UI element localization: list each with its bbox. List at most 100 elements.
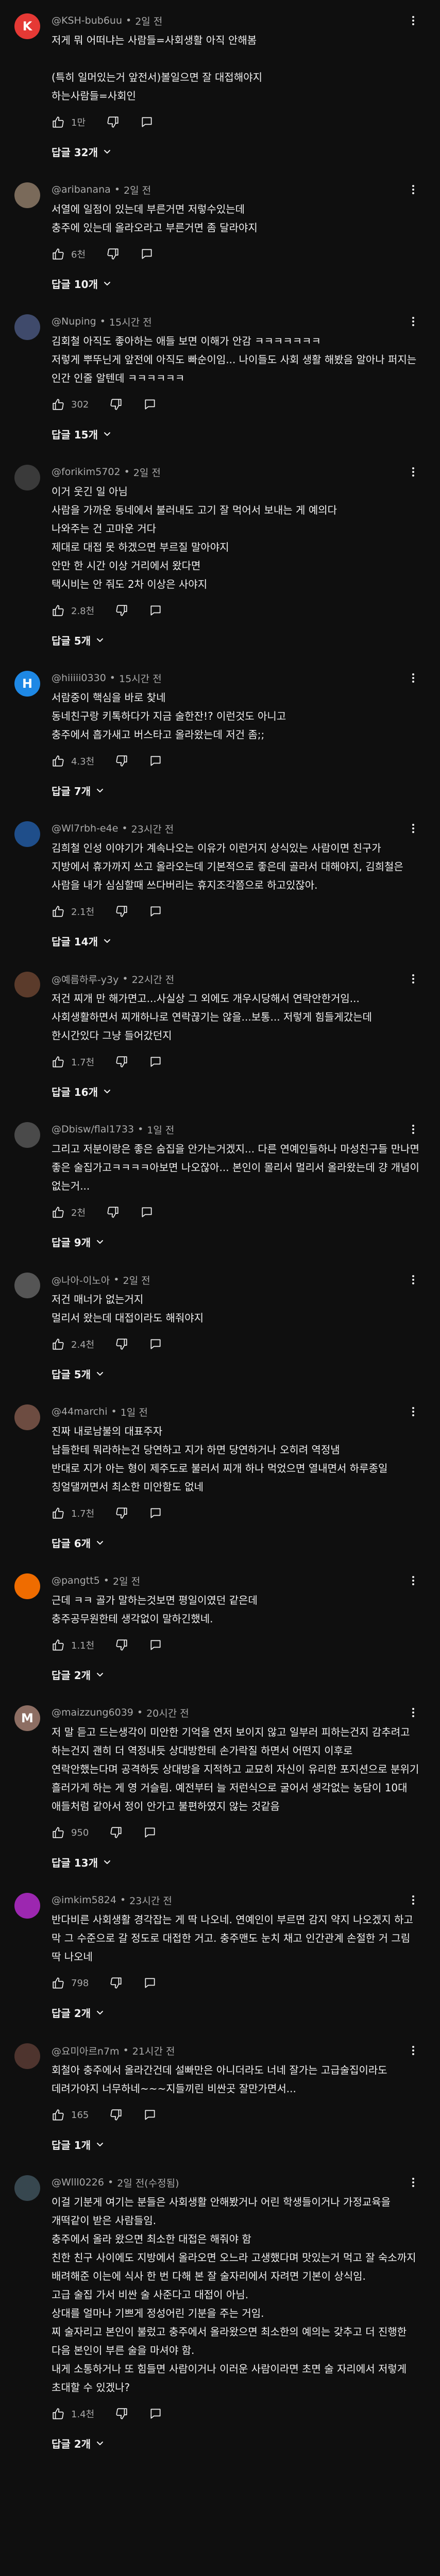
dislike-button[interactable] xyxy=(106,115,120,129)
like-button[interactable]: 302 xyxy=(52,398,89,411)
more-options-icon[interactable] xyxy=(407,822,419,835)
avatar[interactable] xyxy=(14,314,40,340)
view-replies-button[interactable]: 답글 2개 xyxy=(52,2000,419,2025)
like-button[interactable]: 4.3천 xyxy=(52,754,94,768)
avatar[interactable] xyxy=(14,182,40,208)
reply-button[interactable] xyxy=(149,1506,162,1520)
view-replies-button[interactable]: 답글 10개 xyxy=(52,271,419,296)
like-button[interactable]: 1.1천 xyxy=(52,1638,94,1652)
like-button[interactable]: 2천 xyxy=(52,1206,86,1219)
avatar[interactable] xyxy=(14,821,40,847)
reply-button[interactable] xyxy=(140,115,154,129)
like-button[interactable]: 950 xyxy=(52,1826,89,1839)
reply-button[interactable] xyxy=(149,2407,162,2420)
dislike-button[interactable] xyxy=(115,2407,128,2420)
comment-author[interactable]: @나아-이노아 xyxy=(52,1273,110,1287)
like-button[interactable]: 2.8천 xyxy=(52,604,94,617)
like-button[interactable]: 1.7천 xyxy=(52,1055,94,1069)
view-replies-button[interactable]: 답글 1개 xyxy=(52,2132,419,2157)
more-options-icon[interactable] xyxy=(407,672,419,684)
view-replies-button[interactable]: 답글 13개 xyxy=(52,1850,419,1874)
reply-button[interactable] xyxy=(149,1055,162,1069)
like-button[interactable]: 1.7천 xyxy=(52,1506,94,1520)
like-button[interactable]: 1만 xyxy=(52,115,86,129)
more-options-icon[interactable] xyxy=(407,1706,419,1719)
more-options-icon[interactable] xyxy=(407,183,419,196)
dislike-button[interactable] xyxy=(109,2108,123,2122)
view-replies-button[interactable]: 답글 5개 xyxy=(52,628,419,652)
reply-button[interactable] xyxy=(149,604,162,617)
like-button[interactable]: 798 xyxy=(52,1976,89,1990)
comment-author[interactable]: @KSH-bub6uu xyxy=(52,15,122,26)
more-options-icon[interactable] xyxy=(407,973,419,985)
comment-author[interactable]: @forikim5702 xyxy=(52,466,121,478)
comment-author[interactable]: @Wl7rbh-e4e xyxy=(52,823,118,834)
comment-author[interactable]: @maizzung6039 xyxy=(52,1707,133,1718)
like-button[interactable]: 2.1천 xyxy=(52,905,94,918)
more-options-icon[interactable] xyxy=(407,1274,419,1286)
dislike-button[interactable] xyxy=(109,1826,123,1839)
avatar[interactable] xyxy=(14,1273,40,1298)
more-options-icon[interactable] xyxy=(407,315,419,328)
more-options-icon[interactable] xyxy=(407,1574,419,1587)
dislike-button[interactable] xyxy=(115,905,128,918)
more-options-icon[interactable] xyxy=(407,2176,419,2189)
dislike-button[interactable] xyxy=(109,398,123,411)
view-replies-button[interactable]: 답글 2개 xyxy=(52,1662,419,1687)
comment-author[interactable]: @hiiiii0330 xyxy=(52,672,106,684)
avatar[interactable]: H xyxy=(14,671,40,697)
view-replies-button[interactable]: 답글 2개 xyxy=(52,2431,419,2455)
dislike-button[interactable] xyxy=(115,754,128,768)
more-options-icon[interactable] xyxy=(407,1894,419,1906)
dislike-button[interactable] xyxy=(115,1506,128,1520)
dislike-button[interactable] xyxy=(115,1055,128,1069)
view-replies-button[interactable]: 답글 16개 xyxy=(52,1079,419,1104)
like-button[interactable]: 6천 xyxy=(52,247,86,261)
view-replies-button[interactable]: 답글 15개 xyxy=(52,421,419,446)
like-button[interactable]: 1.4천 xyxy=(52,2407,94,2420)
avatar[interactable] xyxy=(14,2043,40,2069)
reply-button[interactable] xyxy=(149,1638,162,1652)
avatar[interactable] xyxy=(14,2175,40,2201)
more-options-icon[interactable] xyxy=(407,14,419,27)
avatar[interactable] xyxy=(14,972,40,997)
comment-author[interactable]: @Nuping xyxy=(52,316,96,327)
comment-author[interactable]: @aribanana xyxy=(52,184,111,195)
avatar[interactable] xyxy=(14,465,40,490)
comment-author[interactable]: @요미아르n7m xyxy=(52,2044,120,2058)
avatar[interactable]: M xyxy=(14,1705,40,1731)
more-options-icon[interactable] xyxy=(407,1405,419,1418)
comment-author[interactable]: @pangtt5 xyxy=(52,1575,100,1586)
avatar[interactable] xyxy=(14,1573,40,1599)
dislike-button[interactable] xyxy=(106,247,120,261)
like-button[interactable]: 2.4천 xyxy=(52,1337,94,1351)
reply-button[interactable] xyxy=(143,1826,157,1839)
more-options-icon[interactable] xyxy=(407,2044,419,2057)
reply-button[interactable] xyxy=(143,1976,157,1990)
more-options-icon[interactable] xyxy=(407,466,419,478)
dislike-button[interactable] xyxy=(115,1337,128,1351)
reply-button[interactable] xyxy=(149,905,162,918)
reply-button[interactable] xyxy=(140,1206,154,1219)
dislike-button[interactable] xyxy=(115,1638,128,1652)
avatar[interactable] xyxy=(14,1122,40,1148)
comment-author[interactable]: @Dbisw/flal1733 xyxy=(52,1124,134,1135)
comment-author[interactable]: @Wlll0226 xyxy=(52,2177,104,2188)
like-button[interactable]: 165 xyxy=(52,2108,89,2122)
more-options-icon[interactable] xyxy=(407,1123,419,1136)
avatar[interactable] xyxy=(14,1404,40,1430)
view-replies-button[interactable]: 답글 5개 xyxy=(52,1361,419,1386)
reply-button[interactable] xyxy=(149,754,162,768)
avatar[interactable] xyxy=(14,1893,40,1919)
dislike-button[interactable] xyxy=(109,1976,123,1990)
comment-author[interactable]: @예름하루-y3y xyxy=(52,972,119,986)
reply-button[interactable] xyxy=(143,398,157,411)
view-replies-button[interactable]: 답글 9개 xyxy=(52,1229,419,1254)
view-replies-button[interactable]: 답글 7개 xyxy=(52,778,419,803)
dislike-button[interactable] xyxy=(106,1206,120,1219)
view-replies-button[interactable]: 답글 14개 xyxy=(52,928,419,953)
reply-button[interactable] xyxy=(149,1337,162,1351)
view-replies-button[interactable]: 답글 6개 xyxy=(52,1530,419,1555)
avatar[interactable]: K xyxy=(14,13,40,39)
view-replies-button[interactable]: 답글 32개 xyxy=(52,139,419,164)
